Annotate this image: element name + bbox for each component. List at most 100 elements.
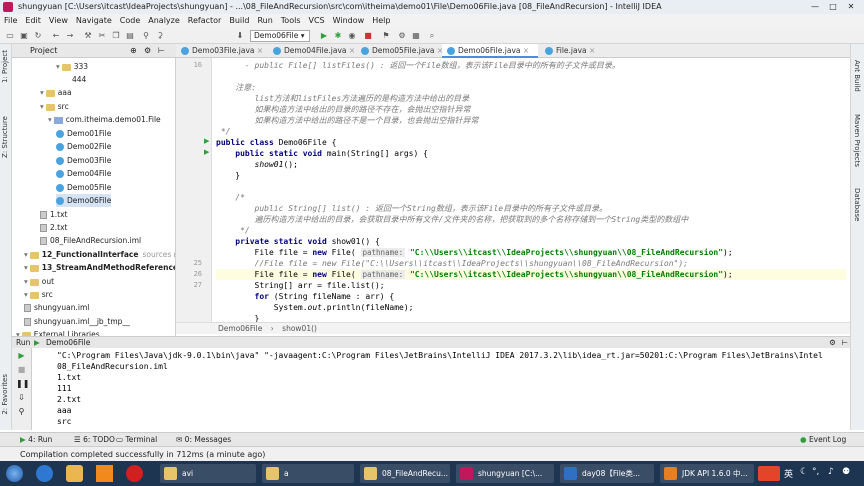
menu-item-build[interactable]: Build	[225, 14, 253, 28]
tree-item[interactable]: 1.txt	[40, 208, 67, 221]
code-editor[interactable]: - public File[] listFiles() : 返回一个File数组…	[212, 58, 850, 322]
tree-item[interactable]: ▾ External Libraries	[16, 328, 100, 336]
vcs-icon[interactable]: ⚑	[380, 30, 392, 42]
back-icon[interactable]: ←	[50, 30, 62, 42]
tab-maven-projects[interactable]: Maven Projects	[853, 114, 861, 167]
menu-item-tools[interactable]: Tools	[277, 14, 305, 28]
tree-item[interactable]: ▾ out	[24, 275, 54, 288]
pause-icon[interactable]: ❚❚	[16, 378, 29, 389]
dump-icon[interactable]: ⇩	[16, 392, 27, 403]
explorer-icon[interactable]	[66, 465, 83, 482]
menu-item-run[interactable]: Run	[253, 14, 276, 28]
run-gutter-icon[interactable]: ▶	[204, 148, 209, 156]
close-tab-icon[interactable]: ×	[587, 46, 595, 55]
run-configuration-select[interactable]: Demo06File ▾	[250, 30, 310, 42]
replace-icon[interactable]: ⚳	[154, 30, 166, 42]
settings-icon[interactable]: ⚙	[144, 44, 151, 58]
chevron-down-icon[interactable]: ▾	[24, 290, 28, 299]
start-button-icon[interactable]	[6, 465, 23, 482]
breadcrumb-method[interactable]: show01()	[282, 324, 317, 333]
tab-file-java[interactable]: File.java ×	[540, 44, 600, 58]
taskbar-button[interactable]: a	[262, 464, 354, 483]
menu-item-code[interactable]: Code	[116, 14, 144, 28]
tree-item[interactable]: ▾ 13_StreamAndMethodReference	[24, 261, 175, 274]
chevron-down-icon[interactable]: ▾	[40, 102, 44, 111]
pin-icon[interactable]: ⚲	[16, 406, 27, 417]
taskbar-button[interactable]: day08【File类...	[560, 464, 654, 483]
taskbar-button[interactable]: avi	[160, 464, 256, 483]
forward-icon[interactable]: →	[64, 30, 76, 42]
make-icon[interactable]: ⬇	[234, 30, 246, 42]
tree-item[interactable]: Demo05File	[56, 181, 111, 194]
tab-structure[interactable]: Z: Structure	[1, 116, 9, 158]
tree-item[interactable]: shungyuan.iml	[24, 301, 89, 314]
menu-item-edit[interactable]: Edit	[21, 14, 45, 28]
rerun-icon[interactable]: ▶	[16, 350, 27, 361]
settings-icon[interactable]: ⚙	[396, 30, 408, 42]
tree-item[interactable]: ▾ com.itheima.demo01.File	[48, 113, 161, 126]
breadcrumb-class[interactable]: Demo06File	[218, 324, 262, 333]
stop-icon[interactable]: ■	[362, 30, 374, 42]
run-gutter-icon[interactable]: ▶	[204, 137, 209, 145]
menu-item-analyze[interactable]: Analyze	[144, 14, 184, 28]
tree-item[interactable]: 08_FileAndRecursion.iml	[40, 234, 141, 247]
tab-favorites[interactable]: 2: Favorites	[1, 374, 9, 415]
volume-icon[interactable]: ♪	[828, 467, 834, 477]
menu-item-file[interactable]: File	[0, 14, 21, 28]
vlc-icon[interactable]	[96, 465, 113, 482]
tree-item[interactable]: ▾ aaa	[40, 86, 72, 99]
ie-icon[interactable]	[36, 465, 53, 482]
tree-item[interactable]: ▾ src	[40, 100, 69, 113]
tree-item[interactable]: shungyuan.iml__jb_tmp__	[24, 315, 130, 328]
minimize-button[interactable]: —	[808, 0, 822, 14]
build-icon[interactable]: ⚒	[82, 30, 94, 42]
tab-demo04file-java[interactable]: Demo04File.java ×	[268, 44, 355, 58]
stop-icon[interactable]: ■	[16, 364, 27, 375]
hide-icon[interactable]: ⊢	[158, 44, 165, 58]
menu-item-vcs[interactable]: VCS	[305, 14, 329, 28]
tree-item[interactable]: ▾ 333	[56, 60, 88, 73]
project-panel-title[interactable]: Project	[30, 46, 57, 55]
tree-item[interactable]: Demo03File	[56, 154, 111, 167]
paste-icon[interactable]: ▤	[124, 30, 136, 42]
menu-item-window[interactable]: Window	[329, 14, 369, 28]
close-tab-icon[interactable]: ×	[254, 46, 263, 55]
chevron-down-icon[interactable]: ▾	[56, 62, 60, 71]
menu-item-help[interactable]: Help	[368, 14, 394, 28]
chevron-down-icon[interactable]: ▾	[24, 263, 28, 272]
user-icon[interactable]: ⚉	[842, 467, 850, 477]
language-indicator[interactable]: 英	[784, 467, 793, 480]
close-tab-icon[interactable]: ×	[346, 46, 355, 55]
cut-icon[interactable]: ✂	[96, 30, 108, 42]
taskbar-button[interactable]: 08_FileAndRecu...	[360, 464, 450, 483]
open-icon[interactable]: ▭	[4, 30, 16, 42]
tree-item[interactable]: Demo04File	[56, 167, 111, 180]
sync-icon[interactable]: ⊕	[130, 44, 137, 58]
copy-icon[interactable]: ❐	[110, 30, 122, 42]
save-icon[interactable]: ▣	[18, 30, 30, 42]
media-icon[interactable]	[126, 465, 143, 482]
tree-item[interactable]: ▾ 12_FunctionalInterfacesources r...	[24, 248, 175, 261]
tab-database[interactable]: Database	[853, 188, 861, 221]
tree-item[interactable]: Demo01File	[56, 127, 111, 140]
tab-todo[interactable]: ☰ 6: TODO	[74, 433, 115, 447]
tab-demo03file-java[interactable]: Demo03File.java ×	[176, 44, 266, 58]
chevron-down-icon[interactable]: ▾	[24, 277, 28, 286]
find-icon[interactable]: ⚲	[140, 30, 152, 42]
taskbar-button[interactable]: JDK API 1.6.0 中...	[660, 464, 754, 483]
close-button[interactable]: ✕	[844, 0, 858, 14]
event-log-button[interactable]: ● Event Log	[800, 433, 846, 447]
tab-ant-build[interactable]: Ant Build	[853, 60, 861, 92]
tab-messages[interactable]: ✉ 0: Messages	[176, 433, 231, 447]
chevron-down-icon[interactable]: ▾	[48, 115, 52, 124]
debug-icon[interactable]: ✱	[332, 30, 344, 42]
chevron-down-icon[interactable]: ▾	[24, 250, 28, 259]
tree-item[interactable]: Demo02File	[56, 140, 111, 153]
menu-item-navigate[interactable]: Navigate	[72, 14, 116, 28]
search-everywhere-icon[interactable]: ⌕	[426, 30, 438, 42]
sync-icon[interactable]: ↻	[32, 30, 44, 42]
tab-demo06file-java[interactable]: Demo06File.java ×	[442, 44, 538, 58]
close-tab-icon[interactable]: ×	[520, 46, 529, 55]
console-output[interactable]: "C:\Program Files\Java\jdk-9.0.1\bin\jav…	[32, 348, 850, 430]
tab-project[interactable]: 1: Project	[1, 50, 9, 83]
